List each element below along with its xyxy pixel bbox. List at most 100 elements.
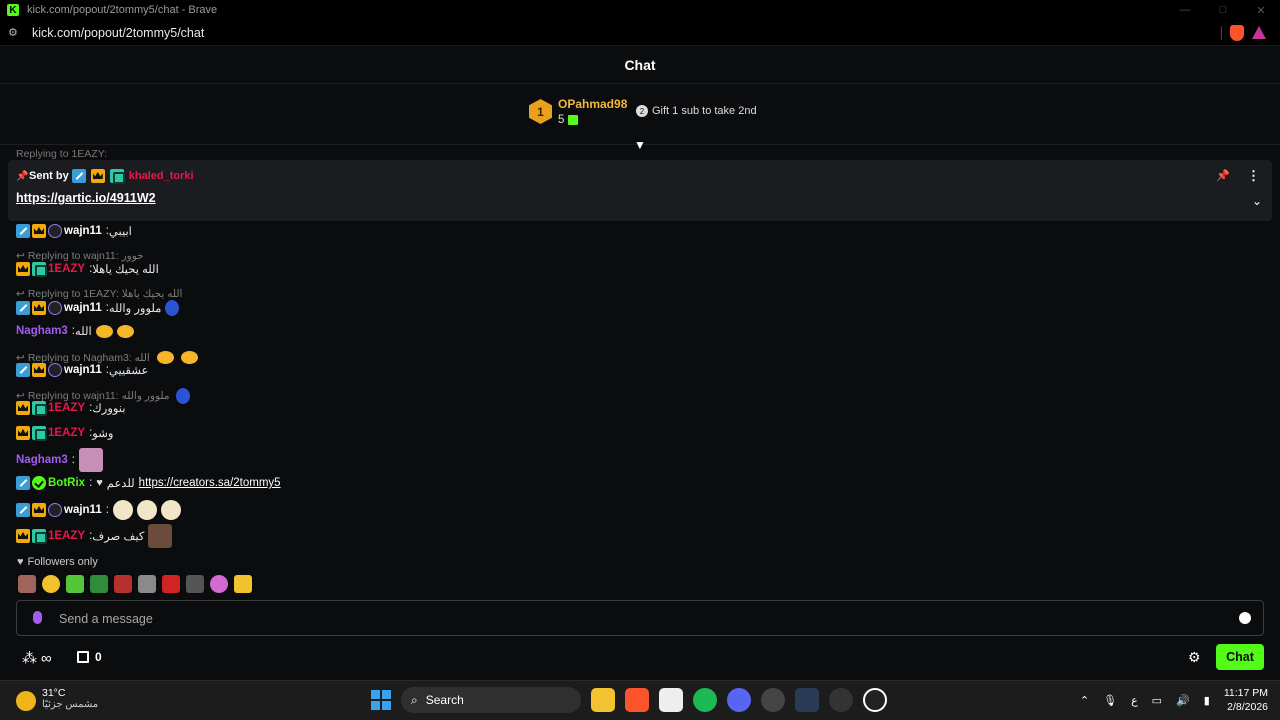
message-text: الله يحيك ياهلا <box>92 264 159 276</box>
rank-2-icon: 2 <box>636 105 648 117</box>
message-username[interactable]: wajn11 <box>64 364 102 376</box>
gift-box-icon <box>77 651 89 663</box>
pinned-message: 📌 Sent by khaled_torki https://gartic.io… <box>8 160 1272 221</box>
davinci-resolve-icon[interactable] <box>795 688 819 712</box>
message-text: للدعم <box>106 478 135 490</box>
crown-badge-icon <box>32 503 46 517</box>
leaderboard-username[interactable]: OPahmad98 <box>558 97 627 111</box>
clock[interactable]: 11:17 PM 2/8/2026 <box>1224 686 1268 714</box>
pinned-link[interactable]: https://gartic.io/4911W2 <box>16 191 156 205</box>
unpin-icon[interactable]: 📌 <box>1216 169 1230 182</box>
taskbar-search[interactable]: ⌕ Search <box>401 687 581 713</box>
message-username[interactable]: 1EAZY <box>48 530 85 542</box>
message-username[interactable]: BotRix <box>48 477 85 489</box>
settings-gear-icon[interactable]: ⚙ <box>1188 649 1201 666</box>
pinned-sender[interactable]: khaled_torki <box>129 170 194 182</box>
crown-badge-icon <box>32 301 46 315</box>
reply-context: ↩ Replying to wajn11: خوور <box>16 250 144 262</box>
og-badge-icon <box>32 262 47 277</box>
chat-message: Nagham3: الله <box>16 324 134 338</box>
message-username[interactable]: 1EAZY <box>48 263 85 275</box>
crown-badge-icon <box>32 224 46 238</box>
file-explorer-icon[interactable] <box>591 688 615 712</box>
message-link[interactable]: https://creators.sa/2tommy5 <box>139 477 281 489</box>
chat-title: Chat <box>624 56 656 73</box>
emote-icon[interactable] <box>66 575 84 593</box>
og-badge-icon <box>32 401 47 416</box>
gift-prompt-text: Gift 1 sub to take 2nd <box>652 105 757 117</box>
microphone-icon[interactable]: 🎙 <box>1103 694 1117 707</box>
emote-icon[interactable] <box>186 575 204 593</box>
sticker-emote-icon <box>78 448 103 472</box>
message-input[interactable] <box>59 609 1209 629</box>
windows-start-icon[interactable] <box>371 690 391 710</box>
subscriber-badge-icon <box>48 363 62 377</box>
weather-widget[interactable]: 31°C مشمس جزئيًا <box>16 687 98 711</box>
expand-pinned-icon[interactable]: ⌄ <box>1252 194 1262 208</box>
volume-icon[interactable]: 🔊 <box>1176 694 1190 707</box>
gift-prompt[interactable]: 2 Gift 1 sub to take 2nd <box>636 105 757 117</box>
emote-icon[interactable] <box>90 575 108 593</box>
emoji-picker-icon[interactable] <box>1239 612 1251 624</box>
moderator-badge-icon <box>16 224 30 238</box>
gift-count: 5 <box>558 114 565 126</box>
emote-icon[interactable] <box>210 575 228 593</box>
url-text[interactable]: kick.com/popout/2tommy5/chat <box>32 26 204 40</box>
message-username[interactable]: Nagham3 <box>16 325 68 337</box>
discord-icon[interactable] <box>727 688 751 712</box>
microphone-icon[interactable] <box>33 611 42 624</box>
message-username[interactable]: Nagham3 <box>16 454 68 466</box>
infinity-icon: ∞ <box>41 649 52 667</box>
og-badge-icon <box>32 426 47 441</box>
chat-message: BotRix: ♥ للدعم https://creators.sa/2tom… <box>16 476 281 490</box>
emote-icon[interactable] <box>42 575 60 593</box>
face-emote-icon <box>160 500 181 520</box>
gift-icon <box>568 115 578 125</box>
temperature: 31°C <box>42 687 66 699</box>
collapse-leaderboard-icon[interactable]: ▼ <box>633 138 647 152</box>
send-chat-button[interactable]: Chat <box>1216 644 1264 670</box>
message-username[interactable]: wajn11 <box>64 504 102 516</box>
message-username[interactable]: wajn11 <box>64 225 102 237</box>
brave-rewards-icon[interactable] <box>1252 26 1266 39</box>
window-title: kick.com/popout/2tommy5/chat - Brave <box>27 4 218 16</box>
minimize-icon[interactable]: — <box>1166 0 1204 20</box>
emote-icon[interactable] <box>234 575 252 593</box>
chevron-up-icon[interactable]: ⌃ <box>1080 694 1089 707</box>
emote-icon[interactable] <box>138 575 156 593</box>
message-username[interactable]: wajn11 <box>64 302 102 314</box>
brave-browser-icon[interactable] <box>625 688 649 712</box>
chat-message: wajn11: عشقييي <box>16 363 148 377</box>
spotify-icon[interactable] <box>693 688 717 712</box>
brave-shields-icon[interactable] <box>1230 25 1244 41</box>
input-language[interactable]: ع <box>1131 694 1138 707</box>
emote-icon[interactable] <box>18 575 36 593</box>
emote-icon[interactable] <box>114 575 132 593</box>
sonic-emote-icon <box>176 388 191 404</box>
reply-text: Replying to Nagham3: الله <box>27 351 150 364</box>
close-icon[interactable]: ✕ <box>1242 0 1280 20</box>
site-settings-icon[interactable]: ⚙ <box>8 26 22 39</box>
maximize-icon[interactable]: □ <box>1204 0 1242 20</box>
followers-only-text: Followers only <box>27 556 98 568</box>
address-bar: ⚙ kick.com/popout/2tommy5/chat <box>0 20 1280 46</box>
microsoft-store-icon[interactable] <box>659 688 683 712</box>
gift-subs-button[interactable]: 0 <box>77 650 102 664</box>
moderator-badge-icon <box>16 301 30 315</box>
emote-icon[interactable] <box>162 575 180 593</box>
message-text: عشقييي <box>108 365 149 377</box>
moderator-badge-icon <box>16 503 30 517</box>
verified-badge-icon <box>32 476 46 490</box>
sun-icon <box>16 691 36 711</box>
steelseries-icon[interactable] <box>863 688 887 712</box>
message-username[interactable]: 1EAZY <box>48 402 85 414</box>
points-balance[interactable]: ⁂ ∞ <box>22 649 52 668</box>
window-controls: — □ ✕ <box>1166 0 1280 20</box>
message-text: وشو <box>92 428 114 440</box>
more-options-icon[interactable]: ⋮ <box>1247 168 1260 184</box>
battery-icon[interactable]: ▮ <box>1204 694 1210 707</box>
logitech-icon[interactable] <box>829 688 853 712</box>
network-icon[interactable]: ▭ <box>1152 694 1162 707</box>
app-icon[interactable] <box>761 688 785 712</box>
message-username[interactable]: 1EAZY <box>48 427 85 439</box>
